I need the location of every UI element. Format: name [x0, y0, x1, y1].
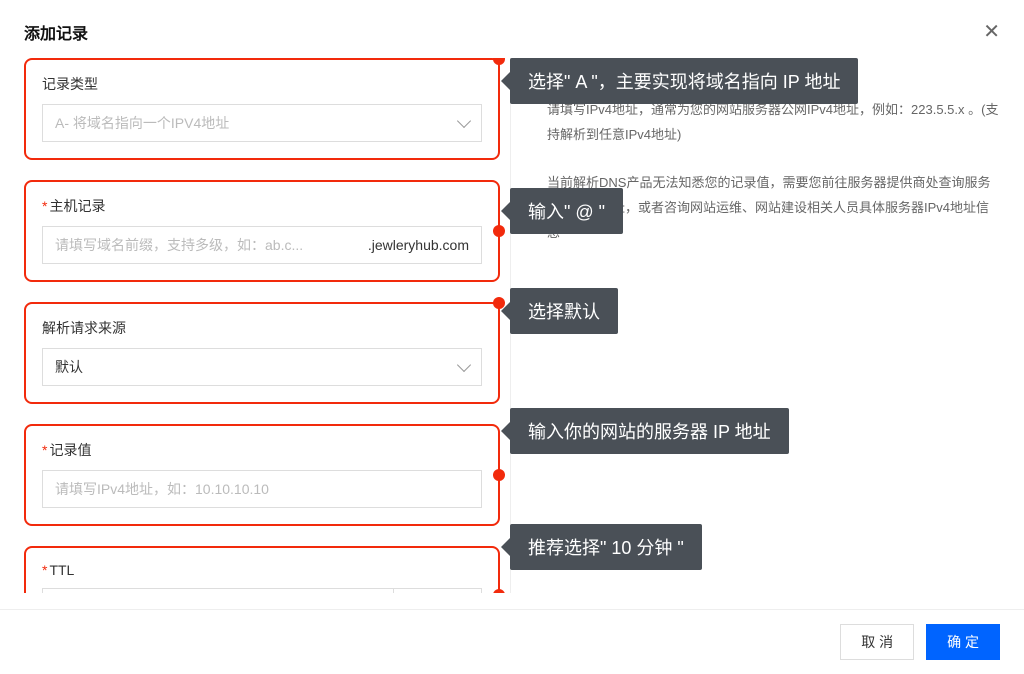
callout-source: 选择默认	[510, 288, 618, 334]
callout-type: 选择" A "，主要实现将域名指向 IP 地址	[510, 58, 858, 104]
chevron-down-icon	[457, 114, 471, 128]
ttl-label: TTL	[49, 562, 74, 578]
callout-value: 输入你的网站的服务器 IP 地址	[510, 408, 789, 454]
value-input[interactable]: 请填写IPv4地址，如：10.10.10.10	[42, 470, 482, 508]
source-select[interactable]: 默认	[42, 348, 482, 386]
host-block: * 主机记录 .jewleryhub.com	[24, 180, 500, 282]
source-value: 默认	[55, 357, 83, 377]
chevron-down-icon	[457, 358, 471, 372]
record-type-block: 记录类型 A- 将域名指向一个IPV4地址	[24, 58, 500, 160]
record-type-label: 记录类型	[42, 74, 98, 94]
host-input-group: .jewleryhub.com	[42, 226, 482, 264]
modal-title: 添加记录	[24, 20, 88, 44]
source-block: 解析请求来源 默认	[24, 302, 500, 404]
host-suffix: .jewleryhub.com	[356, 237, 481, 253]
record-type-select[interactable]: A- 将域名指向一个IPV4地址	[42, 104, 482, 142]
help-desc-1: 请填写IPv4地址，通常为您的网站服务器公网IPv4地址，例如：223.5.5.…	[547, 98, 1000, 147]
ttl-block: * TTL 10 (推荐) 分钟	[24, 546, 500, 593]
highlight-dot	[493, 469, 505, 481]
required-star: *	[42, 562, 47, 578]
required-star: *	[42, 198, 47, 214]
value-label: 记录值	[49, 440, 91, 460]
highlight-dot	[493, 589, 505, 593]
cancel-button[interactable]: 取 消	[840, 624, 914, 660]
host-input[interactable]	[43, 227, 356, 263]
value-block: * 记录值 请填写IPv4地址，如：10.10.10.10	[24, 424, 500, 526]
ttl-value-input[interactable]: 10 (推荐)	[42, 588, 394, 593]
highlight-dot	[493, 58, 505, 65]
required-star: *	[42, 442, 47, 458]
callout-host: 输入" @ "	[510, 188, 623, 234]
callout-ttl: 推荐选择" 10 分钟 "	[510, 524, 702, 570]
value-placeholder: 请填写IPv4地址，如：10.10.10.10	[55, 479, 269, 499]
close-icon[interactable]: ✕	[983, 22, 1000, 42]
source-label: 解析请求来源	[42, 318, 126, 338]
ttl-unit-select[interactable]: 分钟	[394, 588, 482, 593]
host-label: 主机记录	[49, 196, 105, 216]
ok-button[interactable]: 确 定	[926, 624, 1000, 660]
record-type-placeholder: A- 将域名指向一个IPV4地址	[55, 113, 229, 133]
highlight-dot	[493, 225, 505, 237]
